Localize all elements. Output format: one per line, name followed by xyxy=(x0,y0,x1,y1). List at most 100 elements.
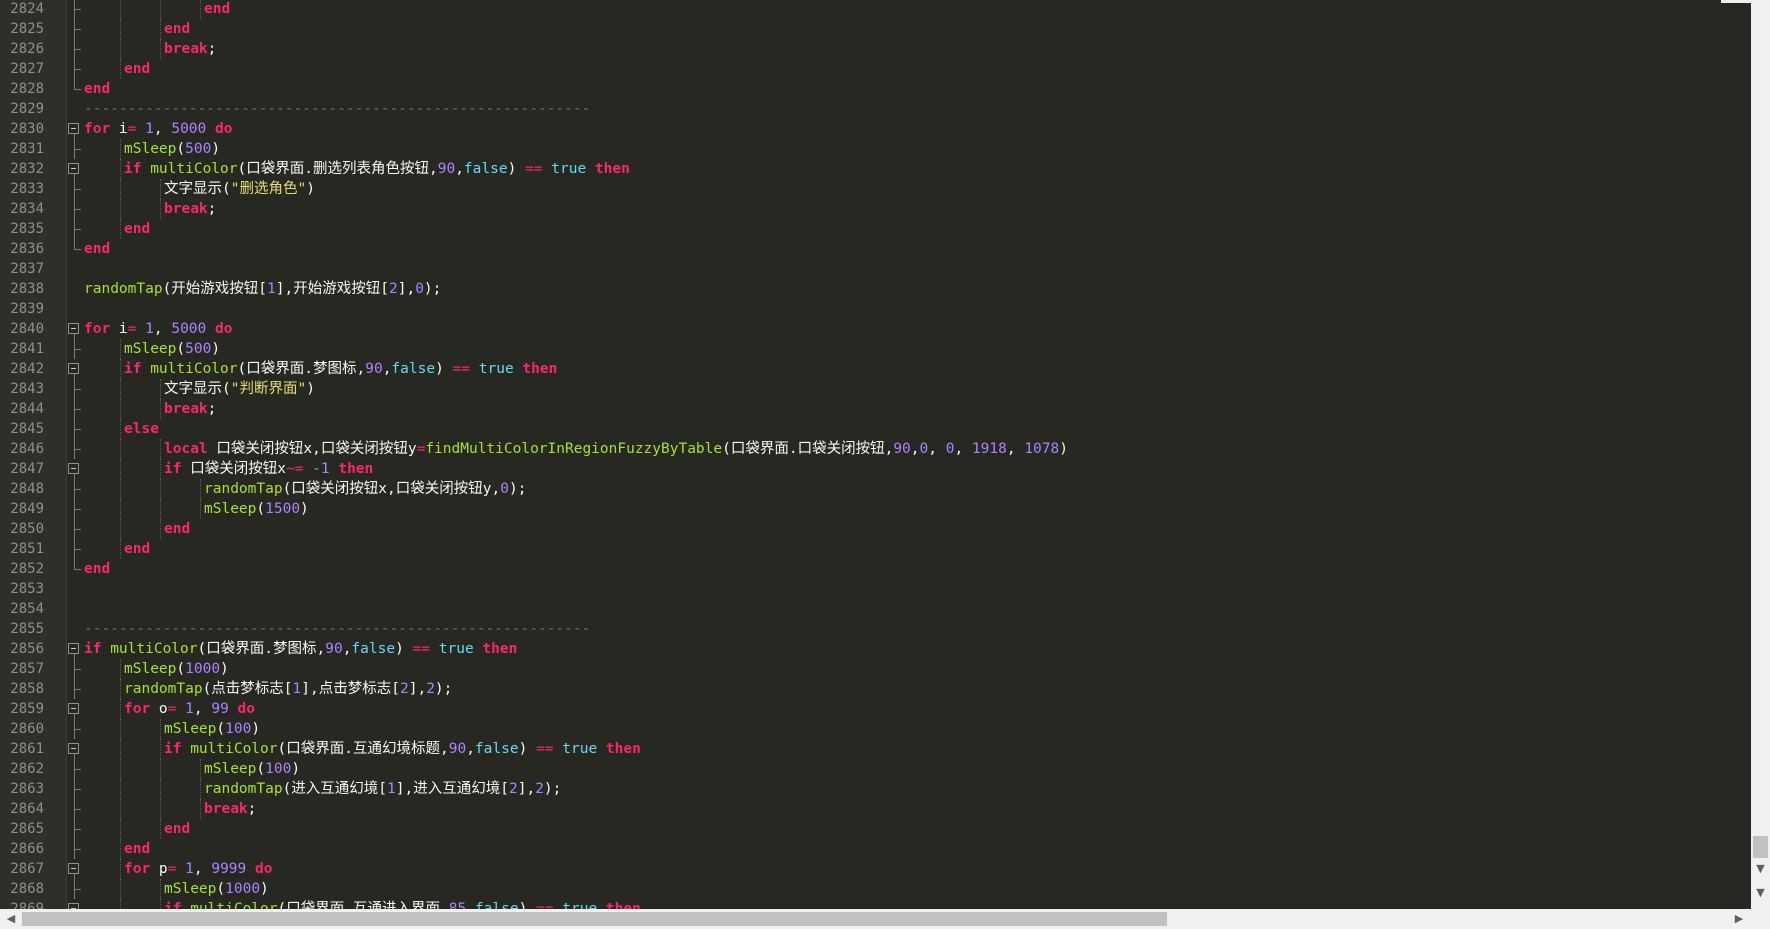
code-line[interactable]: 2848 randomTap(口袋关闭按钮x,口袋关闭按钮y,0); xyxy=(0,479,1751,499)
code-text[interactable]: end xyxy=(164,19,190,39)
code-line[interactable]: 2868 mSleep(1000) xyxy=(0,879,1751,899)
code-line[interactable]: 2865 end xyxy=(0,819,1751,839)
code-text[interactable]: randomTap(进入互通幻境[1],进入互通幻境[2],2); xyxy=(204,779,561,799)
code-line[interactable]: 2852 end xyxy=(0,559,1751,579)
code-text[interactable]: mSleep(1500) xyxy=(204,499,309,519)
code-line[interactable]: 2842 if multiColor(口袋界面.梦图标,90,false) == … xyxy=(0,359,1751,379)
fold-collapse-icon[interactable] xyxy=(65,739,85,759)
code-line[interactable]: 2862 mSleep(100) xyxy=(0,759,1751,779)
code-text[interactable]: 文字显示("删选角色") xyxy=(164,179,315,199)
scroll-right-arrow-icon[interactable]: ▶ xyxy=(1730,909,1748,929)
code-text[interactable]: ----------------------------------------… xyxy=(84,99,590,119)
code-text[interactable]: if multiColor(口袋界面.互通幻境标题,90,false) == t… xyxy=(164,739,641,759)
scroll-down-arrow-icon[interactable]: ▼ xyxy=(1751,860,1770,877)
code-text[interactable]: 文字显示("判断界面") xyxy=(164,379,315,399)
code-text[interactable]: if multiColor(口袋界面.删选列表角色按钮,90,false) ==… xyxy=(124,159,630,179)
horizontal-scrollbar[interactable]: ◀ ▶ xyxy=(0,909,1770,929)
code-line[interactable]: 2845 else xyxy=(0,419,1751,439)
code-line[interactable]: 2838 randomTap(开始游戏按钮[1],开始游戏按钮[2],0); xyxy=(0,279,1751,299)
code-text[interactable]: end xyxy=(204,0,230,19)
code-line[interactable]: 2833 文字显示("删选角色") xyxy=(0,179,1751,199)
code-text[interactable]: randomTap(点击梦标志[1],点击梦标志[2],2); xyxy=(124,679,452,699)
code-text[interactable]: end xyxy=(84,79,110,99)
code-line[interactable]: 2830 for i= 1, 5000 do xyxy=(0,119,1751,139)
code-text[interactable]: else xyxy=(124,419,159,439)
code-text[interactable]: mSleep(1000) xyxy=(124,659,229,679)
code-line[interactable]: 2863 randomTap(进入互通幻境[1],进入互通幻境[2],2); xyxy=(0,779,1751,799)
code-line[interactable]: 2867 for p= 1, 9999 do xyxy=(0,859,1751,879)
code-line[interactable]: 2864 break; xyxy=(0,799,1751,819)
fold-collapse-icon[interactable] xyxy=(65,159,85,179)
code-text[interactable]: end xyxy=(84,559,110,579)
horizontal-scroll-thumb[interactable] xyxy=(22,912,1167,926)
code-text[interactable]: mSleep(500) xyxy=(124,139,220,159)
code-text[interactable]: if multiColor(口袋界面.梦图标,90,false) == true… xyxy=(84,639,517,659)
fold-collapse-icon[interactable] xyxy=(65,699,85,719)
code-line[interactable]: 2861 if multiColor(口袋界面.互通幻境标题,90,false) … xyxy=(0,739,1751,759)
fold-collapse-icon[interactable] xyxy=(65,639,85,659)
code-line[interactable]: 2853 xyxy=(0,579,1751,599)
vertical-scrollbar[interactable]: ▼ ▼ xyxy=(1721,0,1770,909)
code-line[interactable]: 2856 if multiColor(口袋界面.梦图标,90,false) == … xyxy=(0,639,1751,659)
code-line[interactable]: 2825 end xyxy=(0,19,1751,39)
vertical-scroll-thumb[interactable] xyxy=(1753,836,1768,858)
code-line[interactable]: 2840 for i= 1, 5000 do xyxy=(0,319,1751,339)
code-text[interactable]: for i= 1, 5000 do xyxy=(84,119,232,139)
code-text[interactable]: end xyxy=(84,239,110,259)
code-line[interactable]: 2841 mSleep(500) xyxy=(0,339,1751,359)
code-line[interactable]: 2847 if 口袋关闭按钮x~= -1 then xyxy=(0,459,1751,479)
code-line[interactable]: 2846 local 口袋关闭按钮x,口袋关闭按钮y=findMultiColor… xyxy=(0,439,1751,459)
code-line[interactable]: 2859 for o= 1, 99 do xyxy=(0,699,1751,719)
code-editor[interactable]: 2824 end 2825 end 2826 break; 2827 end 2828 end 28… xyxy=(0,0,1751,909)
code-line[interactable]: 2826 break; xyxy=(0,39,1751,59)
code-text[interactable]: if multiColor(口袋界面.梦图标,90,false) == true… xyxy=(124,359,557,379)
code-line[interactable]: 2858 randomTap(点击梦标志[1],点击梦标志[2],2); xyxy=(0,679,1751,699)
code-line[interactable]: 2831 mSleep(500) xyxy=(0,139,1751,159)
scroll-down-end-icon[interactable]: ▼ xyxy=(1751,884,1770,901)
code-line[interactable]: 2837 xyxy=(0,259,1751,279)
fold-collapse-icon[interactable] xyxy=(65,119,85,139)
code-line[interactable]: 2851 end xyxy=(0,539,1751,559)
code-text[interactable]: end xyxy=(164,819,190,839)
code-text[interactable]: end xyxy=(124,59,150,79)
code-line[interactable]: 2866 end xyxy=(0,839,1751,859)
fold-collapse-icon[interactable] xyxy=(65,859,85,879)
fold-collapse-icon[interactable] xyxy=(65,319,85,339)
fold-collapse-icon[interactable] xyxy=(65,359,85,379)
code-line[interactable]: 2855 ------------------------------------… xyxy=(0,619,1751,639)
code-line[interactable]: 2849 mSleep(1500) xyxy=(0,499,1751,519)
fold-collapse-icon[interactable] xyxy=(65,899,85,909)
code-text[interactable]: end xyxy=(124,539,150,559)
code-text[interactable]: randomTap(开始游戏按钮[1],开始游戏按钮[2],0); xyxy=(84,279,441,299)
code-text[interactable]: for o= 1, 99 do xyxy=(124,699,255,719)
code-text[interactable]: break; xyxy=(164,39,216,59)
code-text[interactable]: local 口袋关闭按钮x,口袋关闭按钮y=findMultiColorInRe… xyxy=(164,439,1068,459)
code-text[interactable]: end xyxy=(164,519,190,539)
code-text[interactable]: if multiColor(口袋界面.互通进入界面,85,false) == t… xyxy=(164,899,641,909)
code-line[interactable]: 2854 xyxy=(0,599,1751,619)
code-text[interactable]: end xyxy=(124,839,150,859)
code-text[interactable]: mSleep(500) xyxy=(124,339,220,359)
code-line[interactable]: 2844 break; xyxy=(0,399,1751,419)
code-text[interactable]: mSleep(100) xyxy=(204,759,300,779)
code-line[interactable]: 2860 mSleep(100) xyxy=(0,719,1751,739)
code-line[interactable]: 2835 end xyxy=(0,219,1751,239)
code-line[interactable]: 2869 if multiColor(口袋界面.互通进入界面,85,false) … xyxy=(0,899,1751,909)
code-line[interactable]: 2843 文字显示("判断界面") xyxy=(0,379,1751,399)
code-line[interactable]: 2836 end xyxy=(0,239,1751,259)
fold-collapse-icon[interactable] xyxy=(65,459,85,479)
code-text[interactable]: break; xyxy=(164,199,216,219)
code-text[interactable]: mSleep(1000) xyxy=(164,879,269,899)
code-text[interactable]: ----------------------------------------… xyxy=(84,619,590,639)
code-line[interactable]: 2832 if multiColor(口袋界面.删选列表角色按钮,90,false… xyxy=(0,159,1751,179)
code-text[interactable]: for i= 1, 5000 do xyxy=(84,319,232,339)
code-line[interactable]: 2857 mSleep(1000) xyxy=(0,659,1751,679)
code-text[interactable]: break; xyxy=(164,399,216,419)
code-line[interactable]: 2829 ------------------------------------… xyxy=(0,99,1751,119)
code-text[interactable]: randomTap(口袋关闭按钮x,口袋关闭按钮y,0); xyxy=(204,479,526,499)
code-text[interactable]: break; xyxy=(204,799,256,819)
code-line[interactable]: 2834 break; xyxy=(0,199,1751,219)
code-text[interactable]: mSleep(100) xyxy=(164,719,260,739)
code-text[interactable]: end xyxy=(124,219,150,239)
code-line[interactable]: 2850 end xyxy=(0,519,1751,539)
